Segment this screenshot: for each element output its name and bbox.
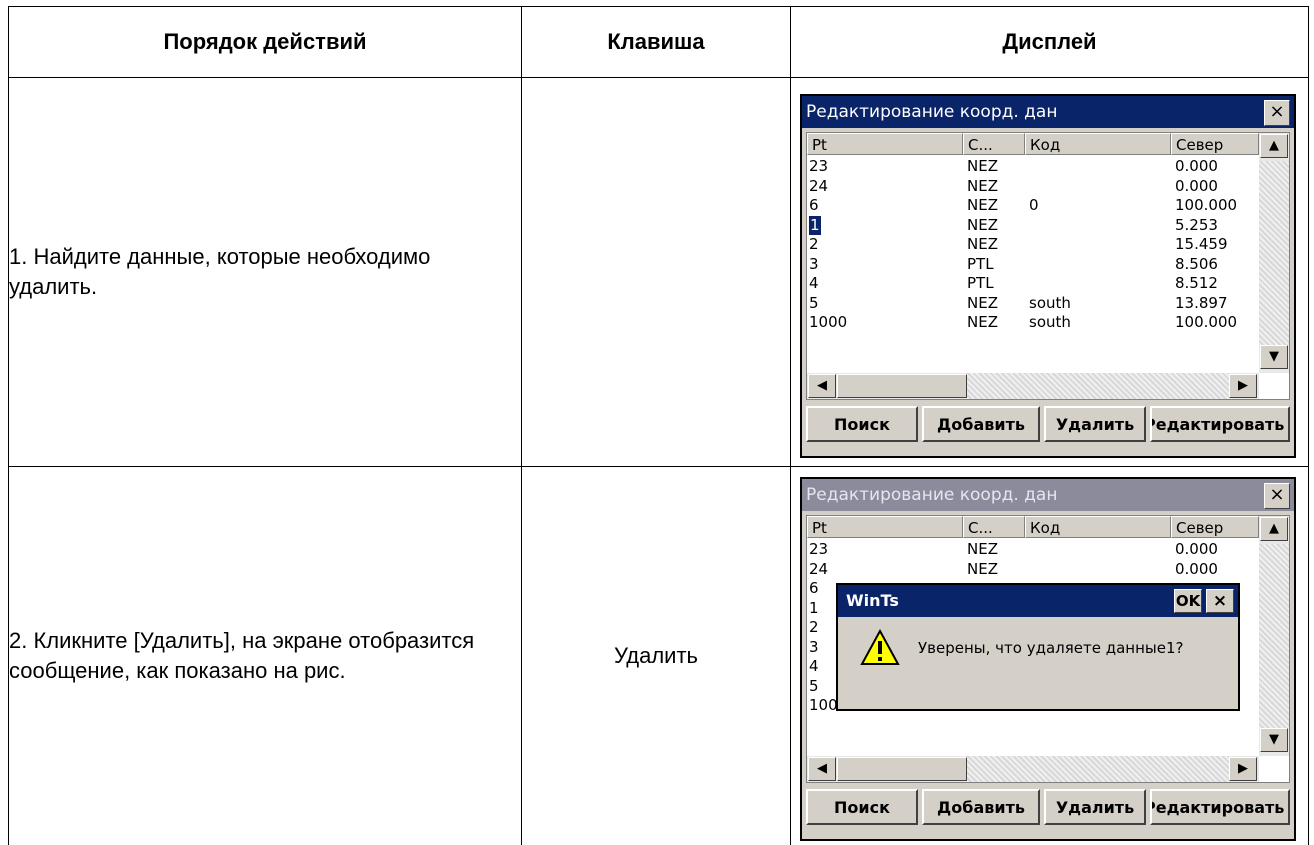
vertical-scrollbar[interactable]: ▲ ▼ xyxy=(1259,133,1289,373)
close-button[interactable]: × xyxy=(1264,100,1290,126)
scroll-right-icon[interactable]: ▶ xyxy=(1229,374,1257,398)
delete-button[interactable]: Удалить xyxy=(1044,789,1146,825)
scroll-down-icon[interactable]: ▼ xyxy=(1260,728,1288,752)
column-header-pt[interactable]: Pt xyxy=(807,133,963,155)
list-item[interactable]: 24NEZ0.000 xyxy=(807,177,1259,197)
coord-list[interactable]: Pt С... Код Север 23NEZ0.000 24NEZ0.000 … xyxy=(806,132,1290,400)
search-button[interactable]: Поиск xyxy=(806,789,918,825)
scroll-left-icon[interactable]: ◀ xyxy=(808,757,836,781)
add-button[interactable]: Добавить xyxy=(922,406,1040,442)
bottom-toolbar: Поиск Добавить Удалить Редактировать xyxy=(806,402,1290,450)
table-header-row: Порядок действий Клавиша Дисплей xyxy=(9,7,1309,78)
step-1-key xyxy=(522,78,791,467)
window-title: Редактирование коорд. дан xyxy=(806,102,1057,122)
list-item[interactable]: 2NEZ15.459 xyxy=(807,235,1259,255)
horizontal-scrollbar[interactable]: ◀ ▶ xyxy=(807,756,1259,782)
ok-button[interactable]: OK xyxy=(1174,589,1202,613)
dialog-message: Уверены, что удаляете данные1? xyxy=(918,639,1183,657)
scroll-thumb[interactable] xyxy=(837,757,967,781)
edit-button[interactable]: Редактировать xyxy=(1150,406,1290,442)
scroll-down-icon[interactable]: ▼ xyxy=(1260,345,1288,369)
horizontal-scrollbar[interactable]: ◀ ▶ xyxy=(807,373,1259,399)
bottom-toolbar: Поиск Добавить Удалить Редактировать xyxy=(806,785,1290,833)
column-header-north[interactable]: Север xyxy=(1171,516,1259,538)
vertical-scrollbar[interactable]: ▲ ▼ xyxy=(1259,516,1289,756)
coord-edit-screen: Редактирование коорд. дан × Pt С... Код … xyxy=(800,94,1296,458)
list-item[interactable]: 1000NEZsouth100.000 xyxy=(807,313,1259,333)
confirm-dialog: WinTs OK × Уверены, что удаляете данные1… xyxy=(836,583,1240,711)
scroll-up-icon[interactable]: ▲ xyxy=(1260,517,1288,541)
warning-icon xyxy=(860,629,900,667)
scroll-right-icon[interactable]: ▶ xyxy=(1229,757,1257,781)
edit-button[interactable]: Редактировать xyxy=(1150,789,1290,825)
column-header-class[interactable]: С... xyxy=(963,516,1025,538)
window-title: Редактирование коорд. дан xyxy=(806,485,1057,505)
step-2-display: Редактирование коорд. дан × Pt С... Код … xyxy=(791,467,1309,845)
scroll-up-icon[interactable]: ▲ xyxy=(1260,134,1288,158)
window-titlebar: Редактирование коорд. дан × xyxy=(802,96,1294,128)
list-item[interactable]: 23NEZ0.000 xyxy=(807,540,1259,560)
column-header-class[interactable]: С... xyxy=(963,133,1025,155)
list-item[interactable]: 23NEZ0.000 xyxy=(807,157,1259,177)
delete-button[interactable]: Удалить xyxy=(1044,406,1146,442)
scroll-thumb[interactable] xyxy=(837,374,967,398)
list-item[interactable]: 4PTL8.512 xyxy=(807,274,1259,294)
column-header-code[interactable]: Код xyxy=(1025,516,1171,538)
header-steps: Порядок действий xyxy=(9,7,522,78)
column-header-north[interactable]: Север xyxy=(1171,133,1259,155)
list-item[interactable]: 3PTL8.506 xyxy=(807,255,1259,275)
dialog-titlebar: WinTs OK × xyxy=(838,585,1238,617)
table-row: 1. Найдите данные, которые необходимо уд… xyxy=(9,78,1309,467)
step-2-text: 2. Кликните [Удалить], на экране отобраз… xyxy=(9,467,522,845)
list-item[interactable]: 6NEZ0100.000 xyxy=(807,196,1259,216)
coord-edit-screen-dialog: Редактирование коорд. дан × Pt С... Код … xyxy=(800,477,1296,841)
window-titlebar: Редактирование коорд. дан × xyxy=(802,479,1294,511)
search-button[interactable]: Поиск xyxy=(806,406,918,442)
list-item[interactable]: 5NEZsouth13.897 xyxy=(807,294,1259,314)
list-item[interactable]: 24NEZ0.000 xyxy=(807,560,1259,580)
header-display: Дисплей xyxy=(791,7,1309,78)
header-key: Клавиша xyxy=(522,7,791,78)
scroll-left-icon[interactable]: ◀ xyxy=(808,374,836,398)
dialog-close-button[interactable]: × xyxy=(1206,589,1234,613)
column-header-code[interactable]: Код xyxy=(1025,133,1171,155)
step-1-text: 1. Найдите данные, которые необходимо уд… xyxy=(9,78,522,467)
table-row: 2. Кликните [Удалить], на экране отобраз… xyxy=(9,467,1309,845)
list-item-selected[interactable]: 1NEZ5.253 xyxy=(807,216,1259,236)
step-1-display: Редактирование коорд. дан × Pt С... Код … xyxy=(791,78,1309,467)
dialog-title: WinTs xyxy=(846,591,899,610)
close-button[interactable]: × xyxy=(1264,483,1290,509)
column-header-pt[interactable]: Pt xyxy=(807,516,963,538)
list-rows: 23NEZ0.000 24NEZ0.000 6NEZ0100.000 1NEZ5… xyxy=(807,157,1259,333)
instruction-table: Порядок действий Клавиша Дисплей 1. Найд… xyxy=(8,6,1309,845)
add-button[interactable]: Добавить xyxy=(922,789,1040,825)
step-2-key: Удалить xyxy=(522,467,791,845)
